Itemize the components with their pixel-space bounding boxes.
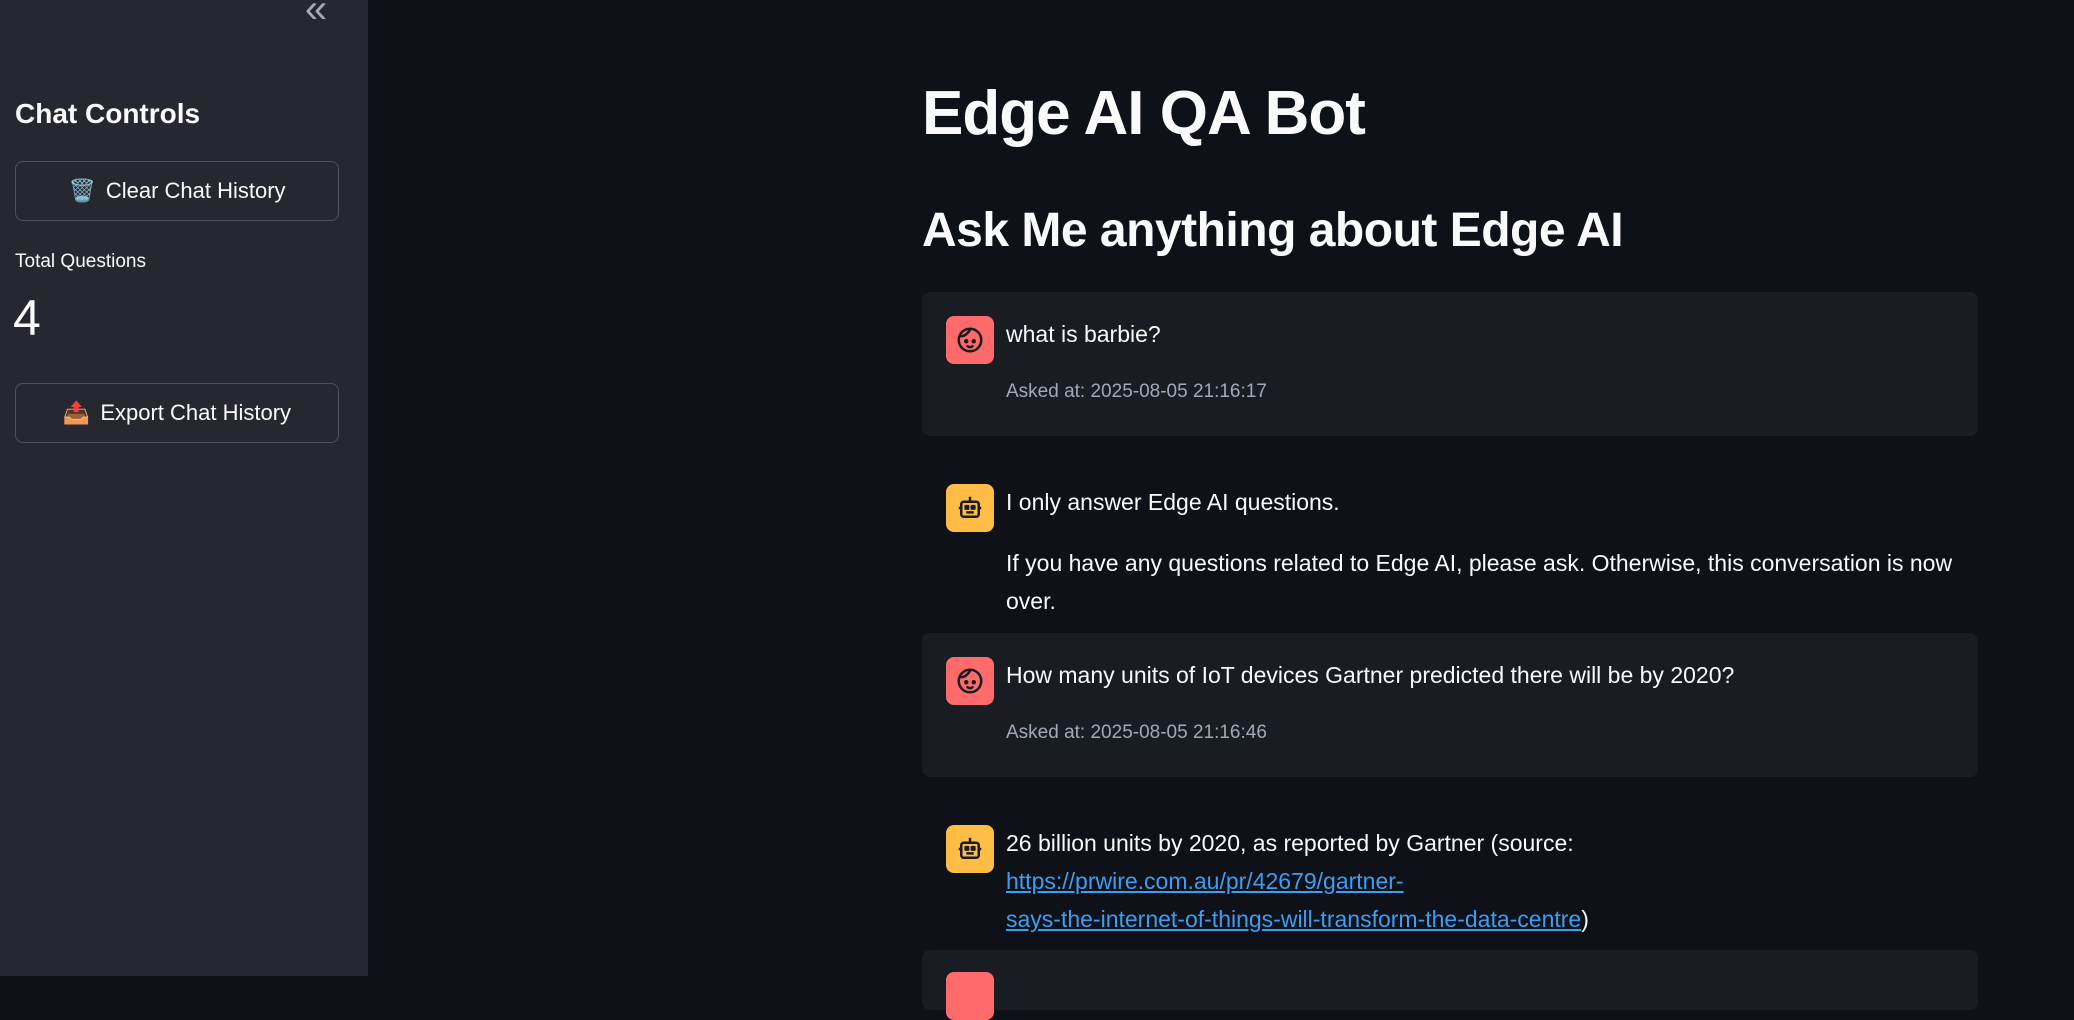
chat-message-user: what is barbie? Asked at: 2025-08-05 21:…: [922, 292, 1978, 436]
face-icon: [957, 668, 983, 694]
export-chat-history-label: Export Chat History: [100, 400, 292, 425]
message-timestamp: Asked at: 2025-08-05 21:16:17: [1006, 381, 1267, 402]
user-avatar: [946, 316, 994, 364]
export-chat-history-button[interactable]: 📤 Export Chat History: [15, 383, 339, 443]
chat-message-assistant: 26 billion units by 2020, as reported by…: [922, 801, 1978, 932]
robot-icon: [958, 496, 982, 518]
sidebar: « Chat Controls 🗑️ Clear Chat History To…: [0, 0, 368, 976]
message-text-secondary: If you have any questions related to Edg…: [1006, 550, 1953, 614]
sidebar-title: Chat Controls: [15, 98, 201, 129]
page-title: Edge AI QA Bot: [922, 79, 1366, 148]
collapse-sidebar-icon[interactable]: «: [296, 0, 336, 29]
face-icon: [957, 327, 983, 353]
chat-message-user: How many units of IoT devices Gartner pr…: [922, 633, 1978, 777]
message-text: I only answer Edge AI questions.: [1006, 489, 1340, 515]
bot-avatar: [946, 484, 994, 532]
page-subtitle: Ask Me anything about Edge AI: [922, 204, 1624, 257]
message-text-prefix: 26 billion units by 2020, as reported by…: [1006, 830, 1574, 856]
robot-icon: [958, 837, 982, 859]
chat-message-assistant: I only answer Edge AI questions. If you …: [922, 460, 1978, 614]
total-questions-label: Total Questions: [15, 251, 146, 272]
clear-chat-history-label: Clear Chat History: [105, 178, 286, 203]
user-avatar: [946, 972, 994, 1020]
outbox-icon: 📤: [62, 400, 91, 425]
bot-avatar: [946, 825, 994, 873]
user-avatar: [946, 657, 994, 705]
chat-message-user: [922, 950, 1978, 1020]
message-timestamp: Asked at: 2025-08-05 21:16:46: [1006, 722, 1267, 743]
source-link[interactable]: https://prwire.com.au/pr/42679/gartner-s…: [1006, 868, 1581, 932]
message-text-suffix: ): [1581, 906, 1589, 932]
wastebasket-icon: 🗑️: [68, 178, 96, 203]
total-questions-value: 4: [13, 290, 41, 346]
message-text: 26 billion units by 2020, as reported by…: [1006, 824, 1976, 938]
message-text: How many units of IoT devices Gartner pr…: [1006, 662, 1735, 688]
message-text: what is barbie?: [1006, 321, 1161, 347]
clear-chat-history-button[interactable]: 🗑️ Clear Chat History: [15, 161, 339, 221]
